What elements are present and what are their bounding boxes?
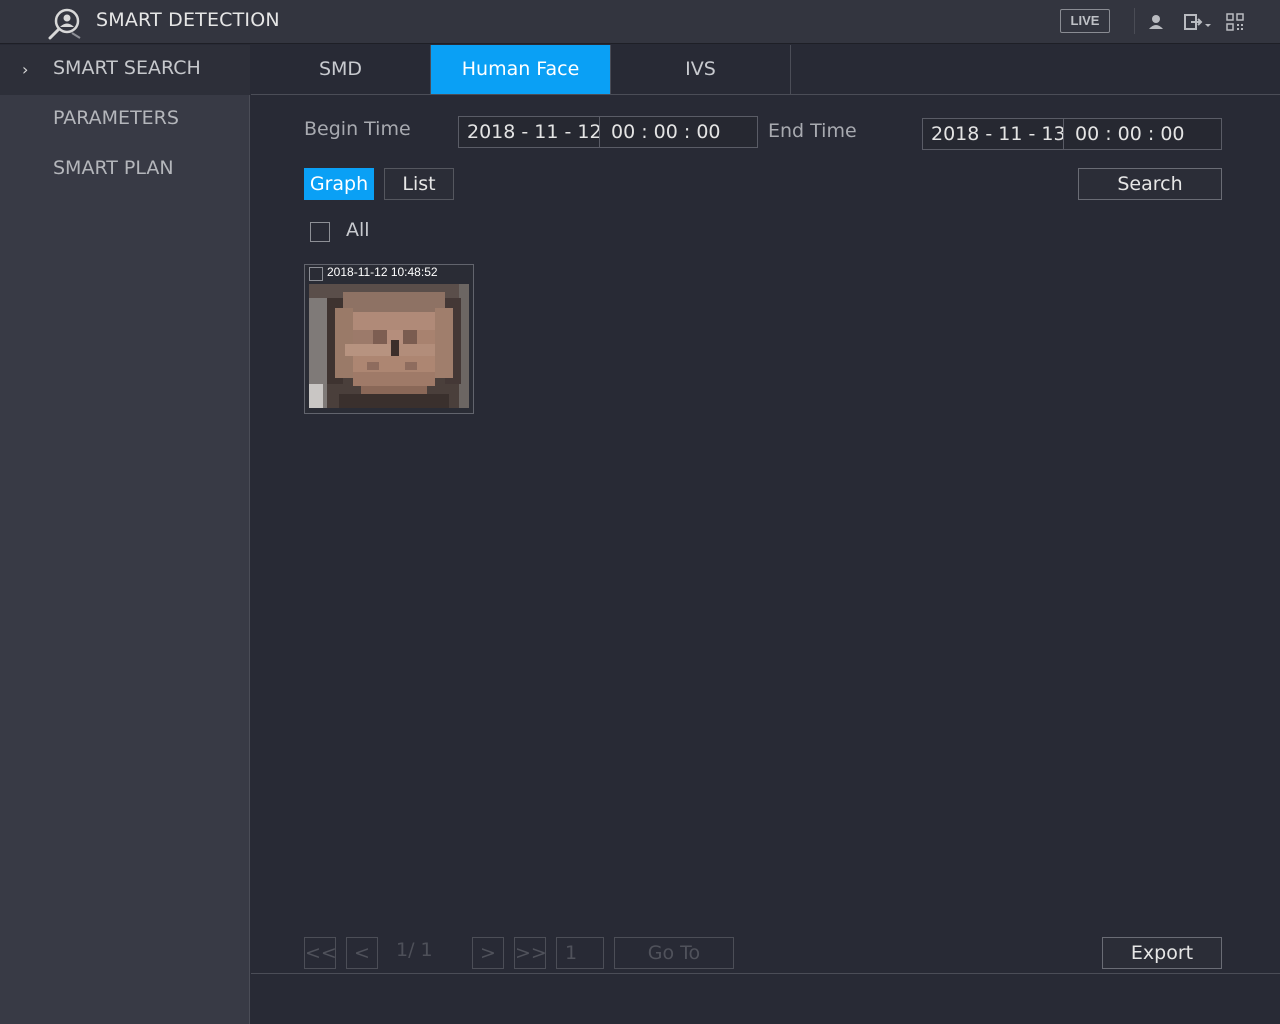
sidebar-item-smart-plan[interactable]: SMART PLAN	[0, 145, 250, 195]
result-checkbox[interactable]	[309, 267, 323, 281]
prev-page-button[interactable]: <	[346, 937, 378, 969]
begin-date-value[interactable]: 2018 - 11 - 12	[467, 121, 602, 143]
tab-bar: SMD Human Face IVS	[251, 45, 1280, 95]
sidebar-item-smart-search[interactable]: › SMART SEARCH	[0, 45, 250, 95]
top-bar: SMART DETECTION LIVE	[0, 0, 1280, 44]
smart-detection-logo-icon	[48, 8, 81, 40]
graph-view-button[interactable]: Graph	[304, 168, 374, 200]
end-date-value[interactable]: 2018 - 11 - 13	[931, 123, 1066, 145]
field-divider	[1063, 119, 1064, 149]
logout-icon[interactable]	[1183, 12, 1215, 32]
bottom-divider	[251, 973, 1280, 974]
export-button[interactable]: Export	[1102, 937, 1222, 969]
select-all-checkbox[interactable]	[310, 222, 330, 242]
page-number-input[interactable]: 1	[556, 937, 604, 969]
tab-smd[interactable]: SMD	[251, 45, 431, 94]
list-view-button[interactable]: List	[384, 168, 454, 200]
next-page-button[interactable]: >	[472, 937, 504, 969]
first-page-button[interactable]: <<	[304, 937, 337, 969]
page-indicator: 1/ 1	[396, 939, 433, 961]
goto-button[interactable]: Go To	[614, 937, 734, 969]
result-thumbnail[interactable]: 2018-11-12 10:48:52	[304, 264, 474, 414]
begin-time-field[interactable]: 2018 - 11 - 12 00 : 00 : 00	[458, 116, 758, 148]
tab-ivs[interactable]: IVS	[611, 45, 791, 94]
sidebar-item-parameters[interactable]: PARAMETERS	[0, 95, 250, 145]
sidebar-item-label: SMART PLAN	[53, 157, 174, 179]
sidebar-item-label: SMART SEARCH	[53, 57, 201, 79]
sidebar: › SMART SEARCH PARAMETERS SMART PLAN	[0, 45, 250, 1024]
last-page-button[interactable]: >>	[514, 937, 547, 969]
end-time-field[interactable]: 2018 - 11 - 13 00 : 00 : 00	[922, 118, 1222, 150]
select-all-label: All	[346, 219, 370, 241]
live-button[interactable]: LIVE	[1060, 9, 1110, 33]
header-divider	[1134, 8, 1135, 34]
begin-time-label: Begin Time	[304, 118, 411, 140]
begin-time-value[interactable]: 00 : 00 : 00	[611, 121, 721, 143]
tab-human-face[interactable]: Human Face	[431, 45, 611, 94]
sidebar-item-label: PARAMETERS	[53, 107, 179, 129]
chevron-right-icon: ›	[22, 60, 29, 79]
end-time-value[interactable]: 00 : 00 : 00	[1075, 123, 1185, 145]
field-divider	[599, 117, 600, 147]
user-icon[interactable]	[1146, 12, 1166, 32]
app-title: SMART DETECTION	[96, 9, 280, 31]
face-snapshot-image[interactable]	[309, 284, 469, 408]
qr-code-icon[interactable]	[1225, 12, 1245, 32]
result-timestamp: 2018-11-12 10:48:52	[327, 265, 438, 279]
search-button[interactable]: Search	[1078, 168, 1222, 200]
end-time-label: End Time	[768, 120, 857, 142]
